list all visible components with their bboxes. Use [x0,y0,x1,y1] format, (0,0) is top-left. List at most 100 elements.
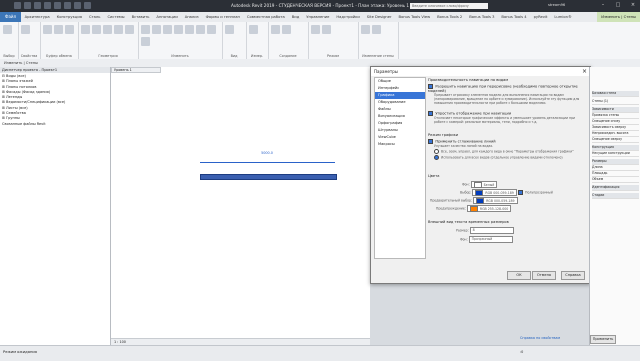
nav-interface[interactable]: Интерфейс [375,85,425,92]
group-measure[interactable]: Измер. [246,22,269,59]
alert-color-button[interactable]: RGB 255-128-000 [466,205,512,212]
minimize-icon[interactable]: – [598,2,608,9]
drawing-canvas[interactable] [111,67,370,345]
tab-manage[interactable]: Управление [303,15,333,19]
maximize-icon[interactable]: □ [613,2,623,9]
tab-addins[interactable]: Надстройки [333,15,363,19]
align-icon[interactable] [141,25,150,34]
bg-select[interactable]: Прозрачный [468,236,513,243]
tab-bonus-4[interactable]: Bonus Tools 4 [498,15,530,19]
paste-icon[interactable] [43,25,52,34]
tab-bonus-3[interactable]: Bonus Tools 3 [466,15,498,19]
offset-icon[interactable] [152,25,161,34]
tab-collaborate[interactable]: Совместная работа [243,15,288,19]
reset-profile-icon[interactable] [322,25,331,34]
nav-macros[interactable]: Макросы [375,141,425,148]
group-properties[interactable]: Свойства [18,22,41,59]
group-mode[interactable]: Режим [308,22,359,59]
preselection-color-button[interactable]: RGB 000-059-189 [473,197,518,204]
dialog-close-icon[interactable]: × [582,67,587,76]
tab-site-designer[interactable]: Site Designer [363,15,395,19]
create-parts-icon[interactable] [271,25,280,34]
nav-general[interactable]: Общие [375,78,425,85]
tree-item-revit-links[interactable]: Связанные файлы Revit [2,122,108,127]
prop-row[interactable]: Объем [592,177,639,183]
group-view[interactable]: Вид [222,22,247,59]
background-color-button[interactable]: Белый [470,181,498,188]
group-clipboard[interactable]: Буфер обмена [40,22,79,59]
size-select[interactable]: 8 [469,227,514,234]
search-input[interactable]: Введите ключевое слово/фразу [410,3,488,9]
move-icon[interactable] [174,25,183,34]
group-modify[interactable]: Изменить [138,22,223,59]
radio-per-view[interactable]: Все, зоом, управл, для каждого вида в ок… [434,149,586,154]
properties-icon[interactable] [21,25,30,34]
create-group-icon[interactable] [282,25,291,34]
nav-viewcube[interactable]: ViewCube [375,134,425,141]
measure-tool-icon[interactable] [249,25,258,34]
prop-row[interactable]: Базовая стена [592,91,639,97]
prop-row[interactable]: Смещение сверху [592,137,639,143]
detach-top-icon[interactable] [372,25,381,34]
prop-row[interactable]: Несущие конструкции [592,151,639,157]
radio-all-views[interactable]: Использовать для всех видов (отдельное у… [434,155,586,160]
trim-icon[interactable] [196,25,205,34]
selected-wall[interactable] [200,174,337,180]
mirror-icon[interactable] [163,25,172,34]
dimension-text[interactable]: 5000.0 [257,151,277,155]
user-name[interactable]: stream96 [548,3,578,7]
tab-pyrevit[interactable]: pyRevit [530,15,551,19]
radio-all-views-button[interactable] [434,155,439,160]
radio-per-view-button[interactable] [434,149,439,154]
nav-rendering[interactable]: Визуализация [375,113,425,120]
array-icon[interactable] [141,37,150,46]
edit-profile-icon[interactable] [311,25,320,34]
tab-insert[interactable]: Вставить [128,15,153,19]
tab-steel[interactable]: Сталь [85,15,104,19]
cut-icon[interactable] [54,25,63,34]
tab-lumion[interactable]: Lumion® [551,15,575,19]
copy-icon[interactable] [65,25,74,34]
ok-button[interactable]: ОК [507,271,531,280]
group-modify-wall[interactable]: Изменение стены [358,22,399,59]
cancel-button[interactable]: Отмена [532,271,556,280]
semi-transparent-checkbox[interactable] [517,189,524,196]
view-tab[interactable]: Уровень 1 [111,67,161,73]
close-icon[interactable]: × [628,2,638,9]
apply-button[interactable]: Применить [590,335,616,344]
tab-file[interactable]: Файл [0,12,22,22]
attach-top-icon[interactable] [361,25,370,34]
group-geometry[interactable]: Геометрия [78,22,139,59]
group-select[interactable]: Выбор [0,22,19,59]
nav-graphics[interactable]: Графика [375,92,425,99]
select-icon[interactable] [3,25,12,34]
nav-steeringwheels[interactable]: Штурвалы [375,127,425,134]
dimension-line[interactable] [200,160,335,163]
antialiasing-checkbox[interactable] [428,139,434,145]
split-icon[interactable] [207,25,216,34]
nav-files[interactable]: Файлы [375,106,425,113]
tab-structure[interactable]: Конструкция [53,15,85,19]
tab-modify-walls[interactable]: Изменить | Стены [597,12,640,22]
tab-systems[interactable]: Системы [104,15,128,19]
cut-geometry-icon[interactable] [92,25,101,34]
selection-color-button[interactable]: RGB 000-059-189 [472,189,517,196]
split-face-icon[interactable] [125,25,134,34]
paint-icon[interactable] [114,25,123,34]
hide-icon[interactable] [225,25,234,34]
prop-row[interactable]: Стены (1) [592,99,639,105]
group-create[interactable]: Создание [268,22,309,59]
tab-analyze[interactable]: Анализ [181,15,202,19]
opt-allow-navigation[interactable]: Разрешить навигацию при перерисовке (нео… [428,84,587,93]
join-icon[interactable] [103,25,112,34]
nav-spelling[interactable]: Орфография [375,120,425,127]
tab-architecture[interactable]: Архитектура [21,15,53,19]
properties-help-link[interactable]: Справка по свойствам [520,336,580,340]
tab-massing[interactable]: Формы и генплан [202,15,243,19]
tab-annotate[interactable]: Аннотации [153,15,181,19]
tab-bonus-2[interactable]: Bonus Tools 2 [434,15,466,19]
cope-icon[interactable] [81,25,90,34]
rotate-icon[interactable] [185,25,194,34]
simplify-display-checkbox[interactable] [428,111,434,117]
tab-bonus-view[interactable]: Bonus Tools View [395,15,434,19]
